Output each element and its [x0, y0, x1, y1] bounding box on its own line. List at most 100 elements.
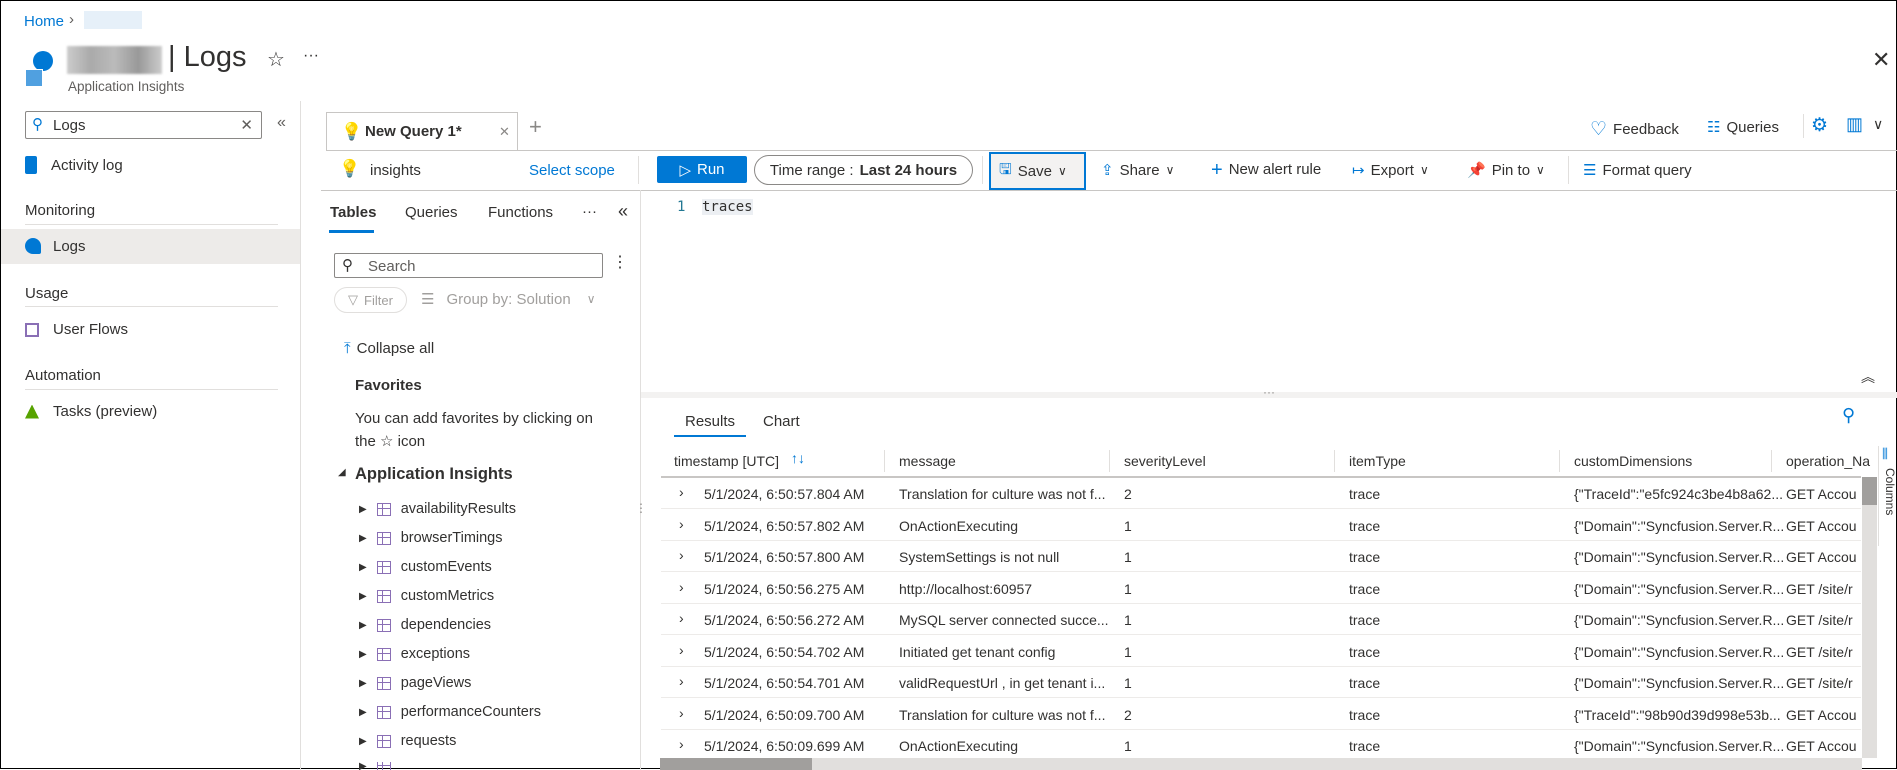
- expand-row-icon[interactable]: ›: [679, 610, 684, 626]
- table-item[interactable]: ▶ availabilityResults: [359, 501, 516, 517]
- table-row[interactable]: › 5/1/2024, 6:50:56.275 AM http://localhos…: [661, 573, 1861, 604]
- chevron-down-icon[interactable]: ∨: [1873, 116, 1883, 133]
- group-application-insights[interactable]: Application Insights: [355, 465, 513, 484]
- sidebar-item-tasks[interactable]: Tasks (preview): [25, 403, 157, 420]
- table-item[interactable]: ▶ requests: [359, 733, 456, 749]
- table-row[interactable]: › 5/1/2024, 6:50:57.804 AM Translation for…: [661, 478, 1861, 509]
- expand-arrow-icon[interactable]: ▶: [359, 649, 367, 660]
- format-query-button[interactable]: ☰ Format query: [1583, 161, 1692, 180]
- sort-icon[interactable]: ↑↓: [791, 450, 805, 466]
- select-scope-link[interactable]: Select scope: [529, 162, 615, 179]
- table-item[interactable]: ▶ dependencies: [359, 617, 491, 633]
- panel-tab-tables[interactable]: Tables: [330, 204, 376, 221]
- expand-row-icon[interactable]: ›: [679, 642, 684, 658]
- column-header[interactable]: operation_Na: [1786, 453, 1870, 469]
- table-row[interactable]: › 5/1/2024, 6:50:09.699 AM OnActionExecuti…: [661, 730, 1861, 761]
- more-options-icon[interactable]: ···: [303, 47, 319, 65]
- table-row[interactable]: › 5/1/2024, 6:50:57.802 AM OnActionExecuti…: [661, 510, 1861, 541]
- expand-arrow-icon[interactable]: ▶: [359, 678, 367, 689]
- table-item[interactable]: ▶ exceptions: [359, 646, 470, 662]
- columns-side-tab[interactable]: ⫼ Columns: [1878, 446, 1897, 546]
- expand-row-icon[interactable]: ›: [679, 516, 684, 532]
- table-item[interactable]: ▶ performanceCounters: [359, 704, 541, 720]
- table-cell: 1: [1124, 517, 1132, 534]
- table-row[interactable]: › 5/1/2024, 6:50:54.701 AM validRequestUrl…: [661, 667, 1861, 698]
- column-header[interactable]: message: [899, 453, 956, 469]
- table-row[interactable]: › 5/1/2024, 6:50:57.800 AM SystemSettings …: [661, 541, 1861, 572]
- chart-tab[interactable]: Chart: [763, 413, 800, 430]
- table-item[interactable]: ▶ browserTimings: [359, 530, 503, 546]
- add-tab-icon[interactable]: +: [529, 114, 542, 140]
- pin-to-button[interactable]: 📌 Pin to ∨: [1467, 161, 1545, 180]
- search-placeholder: Search: [368, 258, 416, 275]
- play-icon: ▷: [679, 161, 691, 179]
- expand-arrow-icon[interactable]: ▶: [359, 562, 367, 573]
- query-editor[interactable]: traces: [702, 199, 753, 215]
- search-results-icon[interactable]: ⚲: [1842, 405, 1855, 426]
- table-cell: {"Domain":"Syncfusion.Server.R...: [1574, 580, 1785, 597]
- expand-row-icon[interactable]: ›: [679, 736, 684, 752]
- group-by-dropdown[interactable]: ☰ Group by: Solution ∨: [421, 290, 596, 309]
- table-row[interactable]: › 5/1/2024, 6:50:56.272 AM MySQL server co…: [661, 604, 1861, 635]
- collapse-all-button[interactable]: ⤒ Collapse all: [344, 340, 434, 357]
- vertical-more-icon[interactable]: ⋮: [612, 252, 628, 272]
- book-icon[interactable]: ▥: [1846, 114, 1863, 135]
- new-alert-rule-button[interactable]: + New alert rule: [1211, 160, 1321, 180]
- expand-arrow-icon[interactable]: ▶: [359, 591, 367, 602]
- expand-row-icon[interactable]: ›: [679, 705, 684, 721]
- expand-row-icon[interactable]: ›: [679, 673, 684, 689]
- expand-row-icon[interactable]: ›: [679, 484, 684, 500]
- tab-new-query-1[interactable]: 💡 New Query 1* ✕: [326, 112, 518, 151]
- results-tab[interactable]: Results: [685, 413, 735, 430]
- expand-row-icon[interactable]: ›: [679, 579, 684, 595]
- run-button[interactable]: ▷ Run: [657, 156, 747, 183]
- feedback-button[interactable]: ♡ Feedback: [1590, 118, 1679, 141]
- sidebar-search-input[interactable]: ⚲ Logs ✕: [25, 111, 262, 139]
- expand-row-icon[interactable]: ›: [679, 547, 684, 563]
- expand-arrow-icon[interactable]: ▶: [359, 736, 367, 747]
- save-button[interactable]: 🖫 Save ∨: [989, 152, 1086, 190]
- close-icon[interactable]: ✕: [1872, 47, 1890, 73]
- table-item[interactable]: ▶ customMetrics: [359, 588, 494, 604]
- panel-tab-functions[interactable]: Functions: [488, 204, 553, 221]
- sidebar-item-logs[interactable]: Logs: [1, 229, 300, 264]
- sidebar-item-activity-log[interactable]: Activity log: [25, 156, 123, 174]
- collapse-panel-icon[interactable]: «: [618, 201, 628, 222]
- close-tab-icon[interactable]: ✕: [499, 124, 510, 140]
- queries-button[interactable]: ☷ Queries: [1707, 118, 1779, 137]
- column-header[interactable]: customDimensions: [1574, 453, 1692, 469]
- panel-resize-handle[interactable]: ⋮: [635, 501, 647, 515]
- table-cell: GET Accou: [1786, 486, 1857, 502]
- vertical-scrollbar[interactable]: [1862, 477, 1877, 758]
- table-search-input[interactable]: ⚲ Search: [334, 253, 603, 278]
- table-row[interactable]: › 5/1/2024, 6:50:54.702 AM Initiated get t…: [661, 636, 1861, 667]
- table-row[interactable]: › 5/1/2024, 6:50:09.700 AM Translation for…: [661, 699, 1861, 730]
- expand-triangle-icon[interactable]: ◢: [338, 467, 346, 478]
- settings-gear-icon[interactable]: ⚙: [1811, 114, 1828, 137]
- clear-icon[interactable]: ✕: [240, 116, 253, 134]
- splitter-handle-icon[interactable]: ···: [1263, 385, 1275, 399]
- favorite-star-icon[interactable]: ☆: [267, 47, 285, 72]
- expand-arrow-icon[interactable]: ▶: [359, 533, 367, 544]
- filter-button[interactable]: ▽ Filter: [334, 287, 407, 313]
- column-header[interactable]: itemType: [1349, 453, 1406, 469]
- share-button[interactable]: ⇪ Share ∨: [1101, 161, 1174, 180]
- time-range-button[interactable]: Time range : Last 24 hours: [754, 155, 973, 185]
- horizontal-scrollbar[interactable]: [660, 758, 1862, 770]
- more-icon[interactable]: ···: [582, 203, 597, 220]
- expand-arrow-icon[interactable]: ▶: [359, 620, 367, 631]
- export-button[interactable]: ↦ Export ∨: [1352, 161, 1429, 180]
- panel-tab-queries[interactable]: Queries: [405, 204, 458, 221]
- logs-icon: [25, 238, 41, 254]
- expand-arrow-icon[interactable]: ▶: [359, 504, 367, 515]
- breadcrumb-redacted[interactable]: [84, 11, 142, 29]
- collapse-editor-icon[interactable]: ︽: [1861, 367, 1875, 387]
- breadcrumb-home[interactable]: Home: [24, 13, 64, 30]
- collapse-sidebar-icon[interactable]: «: [277, 114, 286, 132]
- table-item[interactable]: ▶ pageViews: [359, 675, 471, 691]
- column-header[interactable]: timestamp [UTC]: [674, 453, 779, 469]
- column-header[interactable]: severityLevel: [1124, 453, 1206, 469]
- table-item[interactable]: ▶ customEvents: [359, 559, 492, 575]
- sidebar-item-user-flows[interactable]: User Flows: [25, 321, 128, 338]
- expand-arrow-icon[interactable]: ▶: [359, 707, 367, 718]
